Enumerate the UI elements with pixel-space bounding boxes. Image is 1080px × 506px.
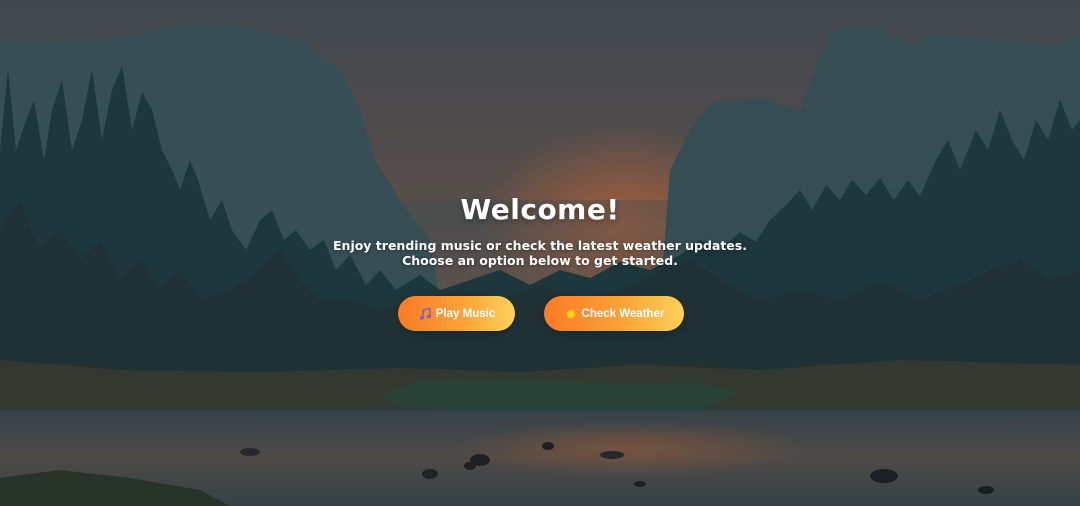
check-weather-button[interactable]: Check Weather bbox=[544, 296, 684, 331]
play-music-button[interactable]: Play Music bbox=[398, 296, 515, 331]
play-music-label: Play Music bbox=[435, 307, 496, 320]
welcome-title: Welcome! bbox=[460, 193, 620, 226]
action-buttons: Play Music Check Weather bbox=[0, 296, 1080, 332]
welcome-screen: Welcome! Enjoy trending music or check t… bbox=[0, 0, 1080, 506]
welcome-hero: Welcome! Enjoy trending music or check t… bbox=[0, 192, 1080, 268]
subtitle-line: Choose an option below to get started. bbox=[402, 253, 678, 268]
check-weather-label: Check Weather bbox=[581, 307, 665, 320]
subtitle-line: Enjoy trending music or check the latest… bbox=[333, 238, 747, 253]
music-note-icon bbox=[418, 307, 432, 321]
sun-icon bbox=[564, 307, 578, 321]
welcome-subtitle: Enjoy trending music or check the latest… bbox=[280, 238, 800, 268]
